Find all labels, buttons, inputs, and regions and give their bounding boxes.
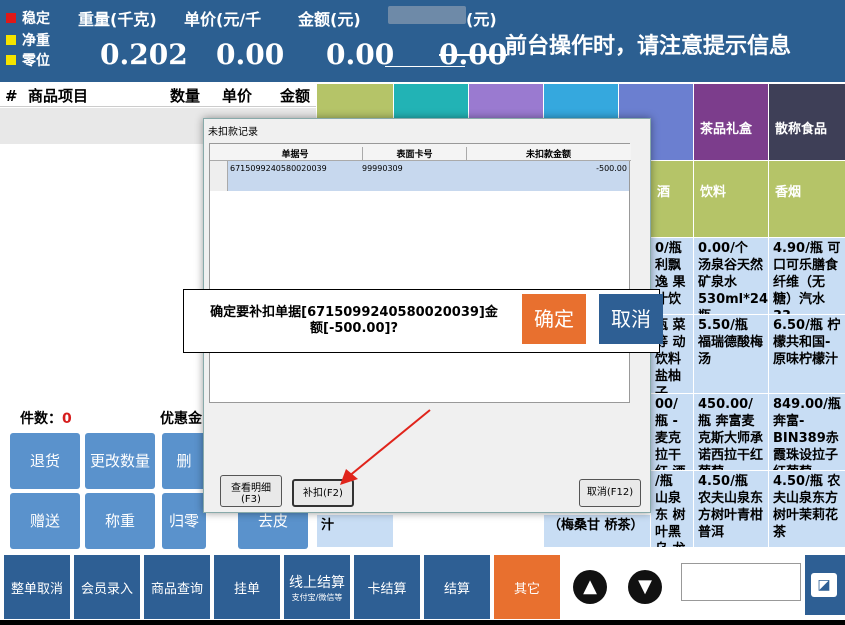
confirm-cancel-button[interactable]: 取消 bbox=[599, 294, 663, 344]
change-qty-button[interactable]: 更改数量 bbox=[85, 433, 155, 489]
zero-light-icon bbox=[6, 55, 16, 65]
count-label: 件数： bbox=[20, 411, 62, 427]
row-selector[interactable] bbox=[210, 161, 228, 191]
page-down-icon[interactable]: ▼ bbox=[628, 570, 662, 604]
product-tile-7[interactable]: 00/瓶 -麦克 拉干红 酒 bbox=[651, 394, 693, 470]
amount-header: 金额(元) bbox=[298, 10, 361, 29]
dialog-title: 未扣款记录 bbox=[208, 127, 258, 138]
item-table-header: # 商品项目 数量 单价 金额 bbox=[0, 85, 316, 107]
delete-button[interactable]: 删 bbox=[162, 433, 206, 489]
search-input[interactable] bbox=[681, 563, 801, 601]
confirm-message: 确定要补扣单据[6715099240580020039]金额[-500.00]? bbox=[210, 305, 498, 336]
product-tile-11[interactable]: 4.50/瓶 农夫山泉东方树叶青柑普洱 bbox=[694, 471, 768, 547]
product-tile-6[interactable]: 6.50/瓶 柠檬共和国-原味柠檬汁 bbox=[769, 315, 845, 393]
stable-light-icon bbox=[6, 13, 16, 23]
category-drink[interactable]: 饮料 bbox=[694, 161, 768, 237]
amount-value: 0.00 bbox=[326, 38, 395, 71]
weight-value: 0.202 bbox=[100, 38, 188, 71]
category-bulk-food[interactable]: 散称食品 bbox=[769, 84, 845, 160]
record-row[interactable]: 6715099240580020039 99990309 -500.00 bbox=[228, 161, 629, 191]
net-indicator: 净重 bbox=[6, 30, 50, 50]
col-item: 商品项目 bbox=[28, 87, 89, 105]
product-tile-8[interactable]: 450.00/瓶 奔富麦克斯大师承诺西拉干红葡萄 bbox=[694, 394, 768, 470]
stable-indicator: 稳定 bbox=[6, 8, 50, 28]
col-hash: # bbox=[5, 87, 18, 105]
col-amount: 金额 bbox=[280, 87, 311, 105]
amount2-header: (元) bbox=[466, 10, 497, 29]
product-tile-3[interactable]: 4.90/瓶 可口可乐膳食纤维（无糖）汽水33 bbox=[769, 238, 845, 314]
record-order-no: 6715099240580020039 bbox=[230, 164, 327, 173]
bottom-edge bbox=[0, 620, 845, 625]
zero-button[interactable]: 归零 bbox=[162, 493, 206, 549]
net-light-icon bbox=[6, 35, 16, 45]
net-label: 净重 bbox=[22, 33, 50, 49]
other-button[interactable]: 其它 bbox=[494, 555, 560, 619]
amount2-value: 0.00 bbox=[439, 38, 508, 71]
zero-label: 零位 bbox=[22, 53, 50, 69]
member-entry-button[interactable]: 会员录入 bbox=[74, 555, 140, 619]
top-status-bar: 稳定 净重 零位 重量(千克) 单价(元/千 金额(元) (元) 0.202 0… bbox=[0, 0, 845, 82]
dialog-cancel-button[interactable]: 取消(F12) bbox=[579, 479, 641, 507]
product-tile-5[interactable]: 5.50/瓶 福瑞德酸梅汤 bbox=[694, 315, 768, 393]
online-checkout-button[interactable]: 线上结算 支付宝/微信等 bbox=[284, 555, 350, 619]
discount-label: 优惠金 bbox=[160, 411, 202, 427]
category-liquor[interactable]: 酒 bbox=[651, 161, 693, 237]
notice-marquee: 前台操作时，请注意提示信息 bbox=[505, 34, 792, 59]
view-detail-button[interactable]: 查看明细 (F3) bbox=[220, 475, 282, 507]
col-price: 单价 bbox=[222, 87, 253, 105]
col-qty: 数量 bbox=[170, 87, 201, 105]
scan-icon: ◪ bbox=[811, 573, 837, 597]
records-grid: 单据号 表面卡号 未扣款金额 6715099240580020039 99990… bbox=[209, 143, 631, 403]
online-checkout-label: 线上结算 bbox=[289, 574, 345, 591]
record-card-no: 99990309 bbox=[362, 164, 403, 173]
count-value: 0 bbox=[62, 411, 72, 427]
confirm-dialog: 确定要补扣单据[6715099240580020039]金额[-500.00]?… bbox=[183, 289, 663, 353]
col-unpaid-amount: 未扣款金额 bbox=[466, 147, 630, 160]
tray-icons bbox=[388, 6, 466, 24]
category-tobacco[interactable]: 香烟 bbox=[769, 161, 845, 237]
online-checkout-sub: 支付宝/微信等 bbox=[291, 592, 343, 602]
product-tile-9[interactable]: 849.00/瓶 奔富-BIN389赤霞珠设拉子红葡萄 bbox=[769, 394, 845, 470]
checkout-button[interactable]: 结算 bbox=[424, 555, 490, 619]
product-tile-10[interactable]: /瓶 山泉东 树叶黑乌 龙茶 bbox=[651, 471, 693, 547]
category-gift-tea[interactable]: 茶品礼盒 bbox=[694, 84, 768, 160]
unit-price-value: 0.00 bbox=[216, 38, 285, 71]
return-button[interactable]: 退货 bbox=[10, 433, 80, 489]
card-checkout-button[interactable]: 卡结算 bbox=[354, 555, 420, 619]
product-tile-14[interactable]: 汁 bbox=[317, 515, 393, 547]
cancel-all-button[interactable]: 整单取消 bbox=[4, 555, 70, 619]
weight-header: 重量(千克) bbox=[78, 10, 157, 29]
weigh-button[interactable]: 称重 bbox=[85, 493, 155, 549]
page-up-icon[interactable]: ▲ bbox=[573, 570, 607, 604]
gift-button[interactable]: 赠送 bbox=[10, 493, 80, 549]
unit-price-header: 单价(元/千 bbox=[184, 10, 262, 29]
stable-label: 稳定 bbox=[22, 11, 50, 27]
record-amount: -500.00 bbox=[596, 164, 627, 173]
col-order-no: 单据号 bbox=[281, 150, 309, 160]
view-detail-label: 查看明细 bbox=[231, 483, 271, 494]
scan-button[interactable]: ◪ bbox=[805, 555, 845, 615]
view-detail-key: (F3) bbox=[241, 494, 261, 505]
product-tile-2[interactable]: 0.00/个 汤泉谷天然矿泉水 530ml*24瓶 bbox=[694, 238, 768, 314]
annotation-arrow-icon bbox=[340, 409, 431, 485]
zero-indicator: 零位 bbox=[6, 50, 50, 70]
hold-order-button[interactable]: 挂单 bbox=[214, 555, 280, 619]
grid-header: 单据号 表面卡号 未扣款金额 bbox=[210, 144, 631, 161]
confirm-ok-button[interactable]: 确定 bbox=[522, 294, 586, 344]
product-tile-13[interactable]: （梅桑甘 桥茶） bbox=[544, 515, 650, 547]
product-query-button[interactable]: 商品查询 bbox=[144, 555, 210, 619]
product-tile-12[interactable]: 4.50/瓶 农夫山泉东方树叶茉莉花茶 bbox=[769, 471, 845, 547]
col-card-no: 表面卡号 bbox=[362, 147, 466, 160]
item-count: 件数：0 bbox=[20, 408, 72, 428]
